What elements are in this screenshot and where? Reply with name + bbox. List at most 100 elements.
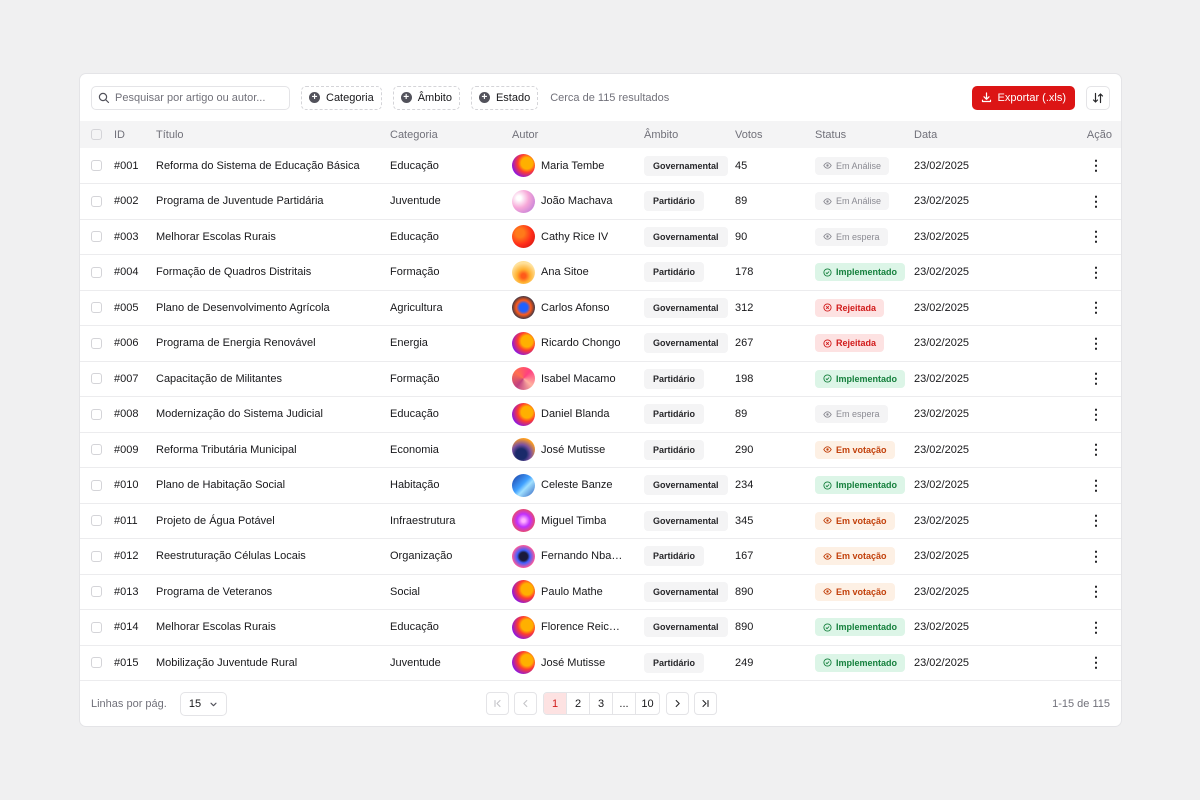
table-row[interactable]: #009 Reforma Tributária Municipal Economia… — [80, 432, 1121, 468]
row-checkbox[interactable] — [91, 444, 102, 456]
row-date: 23/02/2025 — [914, 230, 970, 243]
row-actions-button[interactable]: ⋮ — [1022, 512, 1121, 529]
table-row[interactable]: #008 Modernização do Sistema Judicial Educ… — [80, 397, 1121, 432]
page-button[interactable]: 2 — [567, 693, 590, 714]
rows-per-page-select[interactable]: 15 — [179, 692, 227, 716]
scope-badge: Partidário — [644, 546, 705, 567]
eye-icon — [823, 411, 832, 418]
row-checkbox[interactable] — [91, 621, 102, 633]
row-actions-button[interactable]: ⋮ — [1022, 335, 1121, 352]
row-author: Carlos Afonso — [512, 296, 644, 320]
row-actions-button[interactable]: ⋮ — [1022, 193, 1121, 210]
table-row[interactable]: #011 Projeto de Água Potável Infraestrutur… — [80, 503, 1121, 539]
row-actions-button[interactable]: ⋮ — [1022, 476, 1121, 494]
status-label: Em espera — [836, 409, 880, 420]
row-actions-button[interactable]: ⋮ — [1022, 370, 1121, 387]
row-votes: 345 — [735, 514, 754, 527]
chevron-left-icon — [523, 699, 528, 708]
status-badge: Implementado — [815, 369, 906, 388]
row-author: José Mutisse — [512, 651, 644, 675]
prev-page-button[interactable] — [514, 692, 537, 715]
row-actions-button[interactable]: ⋮ — [1022, 618, 1121, 636]
row-checkbox[interactable] — [91, 195, 102, 207]
author-name: Daniel Blanda — [541, 408, 610, 421]
table-row[interactable]: #015 Mobilização Juventude Rural Juventude… — [80, 645, 1121, 681]
scope-badge: Partidário — [644, 368, 705, 389]
page-button[interactable]: 3 — [590, 693, 613, 714]
row-actions-button[interactable]: ⋮ — [1022, 264, 1121, 281]
table-row[interactable]: #010 Plano de Habitação Social Habitação Ce… — [80, 468, 1121, 503]
search-box[interactable] — [91, 85, 290, 110]
author-name: Celeste Banze — [541, 479, 613, 492]
row-votes: 290 — [735, 443, 754, 456]
first-page-button[interactable] — [486, 692, 509, 715]
row-actions-button[interactable]: ⋮ — [1022, 548, 1121, 565]
row-actions-button[interactable]: ⋮ — [1022, 157, 1121, 174]
more-vertical-icon: ⋮ — [1089, 618, 1103, 635]
sort-button[interactable] — [1086, 85, 1110, 110]
row-date: 23/02/2025 — [914, 514, 970, 527]
export-button[interactable]: Exportar (.xls) — [971, 85, 1075, 110]
col-action: Ação — [1086, 128, 1112, 141]
row-date: 23/02/2025 — [914, 372, 970, 385]
row-checkbox[interactable] — [91, 550, 102, 562]
row-checkbox[interactable] — [91, 586, 102, 598]
filter-ambito-button[interactable]: + Âmbito — [392, 85, 460, 110]
row-title: Mobilização Juventude Rural — [156, 656, 298, 669]
scope-badge: Governamental — [644, 581, 728, 602]
table-row[interactable]: #005 Plano de Desenvolvimento Agrícola Agr… — [80, 290, 1121, 326]
row-actions-button[interactable]: ⋮ — [1022, 406, 1121, 423]
status-badge: Implementado — [815, 618, 906, 637]
table-row[interactable]: #006 Programa de Energia Renovável Energia… — [80, 326, 1121, 361]
search-input[interactable] — [115, 91, 283, 104]
page-button[interactable]: 1 — [544, 693, 567, 714]
avatar — [512, 189, 535, 213]
row-category: Formação — [390, 372, 440, 385]
row-checkbox[interactable] — [91, 657, 102, 669]
row-checkbox[interactable] — [91, 408, 102, 420]
author-name: Paulo Mathe — [541, 585, 603, 598]
table-row[interactable]: #007 Capacitação de Militantes Formação Isa… — [80, 361, 1121, 397]
last-page-button[interactable] — [694, 692, 717, 715]
status-label: Rejeitada — [836, 338, 877, 349]
table-row[interactable]: #013 Programa de Veteranos Social Paulo Mat… — [80, 574, 1121, 610]
select-all-checkbox[interactable] — [91, 129, 102, 140]
row-actions-button[interactable]: ⋮ — [1022, 654, 1121, 671]
row-checkbox[interactable] — [91, 302, 102, 314]
row-id: #003 — [114, 230, 139, 243]
row-checkbox[interactable] — [91, 266, 102, 278]
table-row[interactable]: #003 Melhorar Escolas Rurais Educação Cathy… — [80, 219, 1121, 255]
row-author: Isabel Macamo — [512, 367, 644, 391]
filter-categoria-button[interactable]: + Categoria — [301, 85, 382, 110]
row-checkbox[interactable] — [91, 373, 102, 385]
col-category: Categoria — [390, 128, 438, 141]
status-label: Implementado — [836, 657, 898, 668]
row-checkbox[interactable] — [91, 479, 102, 491]
row-actions-button[interactable]: ⋮ — [1022, 299, 1121, 316]
row-checkbox[interactable] — [91, 160, 102, 171]
row-author: Daniel Blanda — [512, 402, 644, 426]
next-page-button[interactable] — [666, 692, 689, 715]
status-badge: Implementado — [815, 476, 906, 495]
row-votes: 249 — [735, 656, 754, 669]
row-actions-button[interactable]: ⋮ — [1022, 441, 1121, 458]
table-row[interactable]: #002 Programa de Juventude Partidária Juve… — [80, 184, 1121, 219]
row-checkbox[interactable] — [91, 337, 102, 349]
table-row[interactable]: #014 Melhorar Escolas Rurais Educação Flore… — [80, 610, 1121, 645]
scope-badge: Partidário — [644, 262, 705, 283]
status-badge: Em votação — [815, 582, 895, 601]
row-checkbox[interactable] — [91, 515, 102, 527]
more-vertical-icon: ⋮ — [1089, 476, 1103, 493]
table-row[interactable]: #004 Formação de Quadros Distritais Formaç… — [80, 255, 1121, 290]
table-row[interactable]: #001 Reforma do Sistema de Educação Básic… — [80, 148, 1121, 184]
status-badge: Em votação — [815, 440, 895, 459]
status-label: Implementado — [836, 622, 898, 633]
row-category: Educação — [390, 230, 439, 243]
table-row[interactable]: #012 Reestruturação Células Locais Organiz… — [80, 539, 1121, 574]
row-date: 23/02/2025 — [914, 408, 970, 421]
row-actions-button[interactable]: ⋮ — [1022, 228, 1121, 245]
row-checkbox[interactable] — [91, 231, 102, 243]
filter-estado-button[interactable]: + Estado — [470, 85, 539, 110]
page-button[interactable]: 10 — [636, 693, 659, 714]
row-actions-button[interactable]: ⋮ — [1022, 583, 1121, 600]
